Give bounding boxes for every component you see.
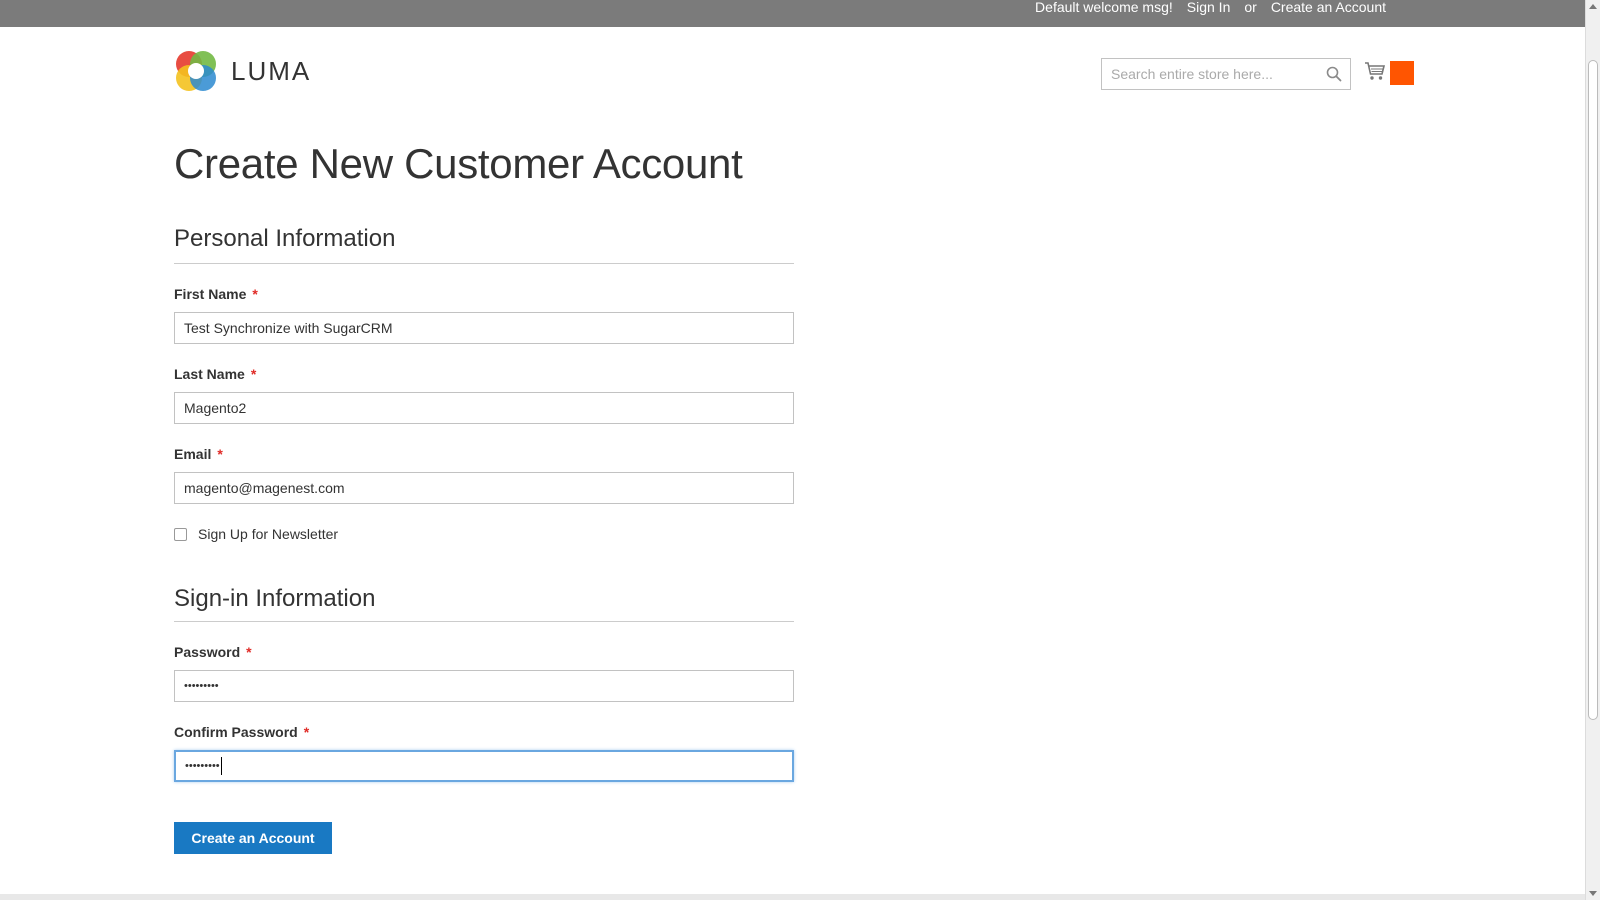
required-asterisk: *: [252, 286, 258, 302]
or-separator: or: [1244, 0, 1257, 15]
search-box[interactable]: [1101, 58, 1351, 90]
newsletter-checkbox[interactable]: [174, 527, 187, 541]
scroll-down-arrow-icon[interactable]: [1589, 891, 1597, 896]
confirm-password-value: •••••••••: [185, 760, 220, 772]
first-name-label: First Name *: [174, 286, 258, 302]
newsletter-option[interactable]: Sign Up for Newsletter: [174, 526, 338, 542]
required-asterisk: *: [250, 366, 257, 382]
signin-info-heading: Sign-in Information: [174, 585, 376, 612]
cart-icon[interactable]: [1364, 60, 1386, 82]
password-label-text: Password: [174, 644, 241, 660]
confirm-password-label-text: Confirm Password: [174, 724, 298, 740]
luma-logo-icon: [176, 51, 216, 91]
required-asterisk: *: [303, 724, 310, 740]
signin-info-divider: [174, 621, 794, 622]
scroll-up-arrow-icon[interactable]: [1589, 4, 1597, 9]
personal-info-heading: Personal Information: [174, 225, 396, 252]
password-field[interactable]: •••••••••: [174, 670, 794, 702]
header-links: Default welcome msg! Sign In or Create a…: [1021, 0, 1386, 15]
required-asterisk: *: [246, 644, 252, 660]
scrollbar-thumb[interactable]: [1588, 60, 1598, 720]
password-label: Password *: [174, 644, 252, 660]
personal-info-divider: [174, 263, 794, 264]
email-label-text: Email: [174, 446, 212, 462]
last-name-label-text: Last Name: [174, 366, 245, 382]
bottom-edge: [0, 894, 1585, 900]
vertical-scrollbar[interactable]: [1585, 0, 1600, 900]
welcome-message: Default welcome msg!: [1035, 0, 1173, 15]
confirm-password-label: Confirm Password *: [174, 724, 309, 740]
last-name-field[interactable]: Magento2: [174, 392, 794, 424]
cart-counter-badge[interactable]: [1390, 61, 1414, 85]
top-header-bar: Default welcome msg! Sign In or Create a…: [0, 0, 1585, 27]
page-title: Create New Customer Account: [174, 140, 743, 187]
store-logo[interactable]: LUMA: [174, 49, 311, 93]
email-field[interactable]: magento@magenest.com: [174, 472, 794, 504]
required-asterisk: *: [217, 446, 223, 462]
newsletter-label[interactable]: Sign Up for Newsletter: [198, 526, 338, 542]
last-name-label: Last Name *: [174, 366, 256, 382]
first-name-field[interactable]: Test Synchronize with SugarCRM: [174, 312, 794, 344]
email-label: Email *: [174, 446, 223, 462]
first-name-label-text: First Name: [174, 286, 247, 302]
sign-in-link[interactable]: Sign In: [1187, 0, 1231, 15]
text-cursor: [220, 757, 222, 775]
logo-text: LUMA: [231, 55, 312, 86]
create-account-button[interactable]: Create an Account: [174, 822, 332, 854]
password-value: •••••••••: [184, 680, 219, 692]
search-icon[interactable]: [1326, 66, 1342, 82]
create-account-link[interactable]: Create an Account: [1271, 0, 1386, 15]
search-input[interactable]: [1102, 59, 1320, 89]
confirm-password-field[interactable]: •••••••••: [174, 750, 794, 782]
